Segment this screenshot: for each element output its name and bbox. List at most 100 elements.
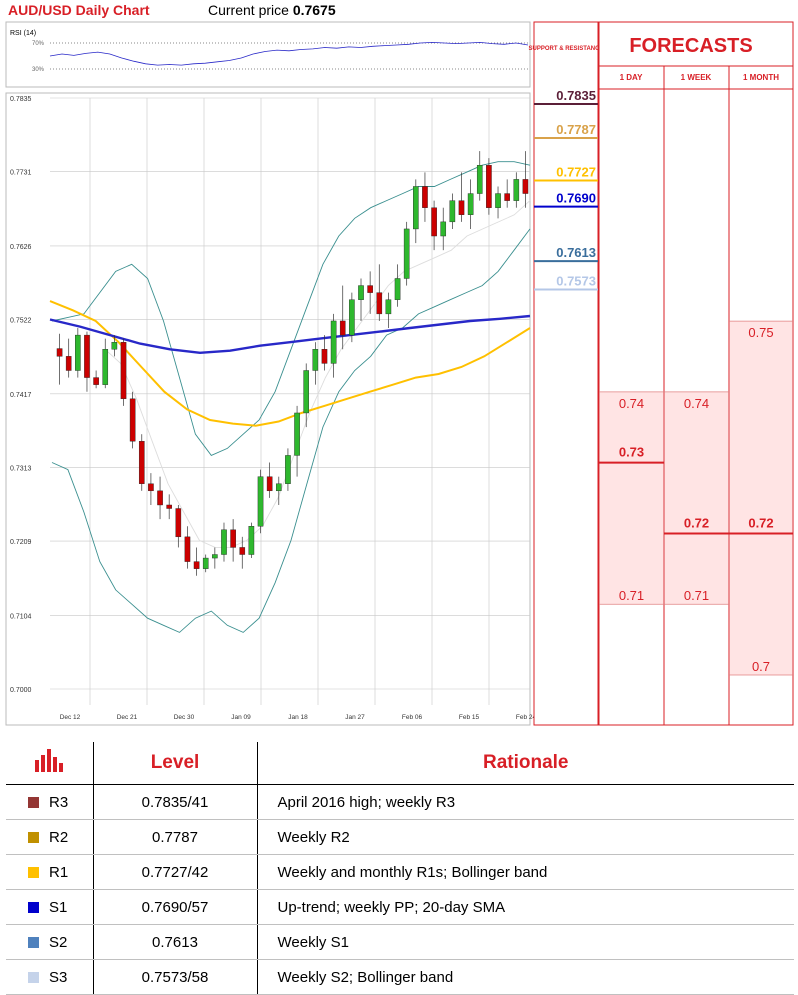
- forecast-high-label: 0.74: [684, 396, 709, 411]
- candle-body: [166, 504, 172, 509]
- level-value: 0.7787: [93, 819, 258, 855]
- level-name-cell: S1: [6, 889, 94, 925]
- forecast-low-label: 0.71: [684, 588, 709, 603]
- level-name-cell: R3: [6, 784, 94, 820]
- candle: [75, 328, 81, 378]
- candle-body: [275, 483, 282, 492]
- candle-body: [129, 398, 136, 442]
- candle-body: [93, 377, 99, 385]
- x-tick-label: Jan 18: [288, 714, 308, 721]
- sr-level-value: 0.7690: [556, 191, 596, 206]
- candle-body: [431, 207, 437, 237]
- candle-body: [56, 348, 63, 357]
- level-rationale: Weekly S1: [257, 924, 794, 960]
- candle: [257, 469, 264, 534]
- candle-body: [522, 179, 529, 194]
- candle: [138, 434, 145, 491]
- candle-body: [303, 370, 310, 414]
- candle-body: [120, 341, 127, 400]
- candle-body: [193, 561, 200, 569]
- level-rationale: Weekly R2: [257, 819, 794, 855]
- candle-body: [202, 557, 209, 569]
- chart-area: RSI (14) 70% 30% 0.7835 0.7731 0.7626 0.752…: [5, 21, 794, 726]
- forecast-high-label: 0.75: [748, 325, 773, 340]
- forecast-col-1day: 1 DAY: [620, 73, 643, 82]
- y-tick-label: 0.7104: [10, 613, 32, 620]
- forecast-point-label: 0.72: [748, 515, 773, 530]
- level-name-cell: S3: [6, 959, 94, 995]
- x-tick-label: Dec 12: [60, 714, 81, 721]
- candle-body: [239, 547, 246, 555]
- bar-chart-icon: [6, 742, 94, 785]
- candle-body: [111, 341, 118, 350]
- candle-body: [285, 455, 291, 484]
- x-tick-label: Feb 06: [402, 714, 423, 721]
- candle-body: [266, 476, 273, 492]
- x-tick-label: Feb 24: [516, 714, 537, 721]
- rsi-level-30: 30%: [32, 67, 45, 73]
- y-tick-label: 0.7000: [10, 687, 32, 694]
- sr-level-value: 0.7613: [556, 245, 596, 260]
- candle: [349, 292, 355, 343]
- level-value: 0.7727/42: [93, 854, 258, 890]
- level-name: R1: [49, 863, 69, 881]
- candle-body: [495, 193, 501, 208]
- candle-body: [504, 193, 510, 201]
- level-name-cell: S2: [6, 924, 94, 960]
- sr-level-value: 0.7787: [556, 122, 596, 137]
- level-name: R3: [49, 793, 69, 811]
- forecast-high-label: 0.74: [619, 396, 644, 411]
- candle-body: [376, 292, 383, 315]
- level-value: 0.7690/57: [93, 889, 258, 925]
- candle-body: [449, 200, 456, 223]
- candle-body: [102, 349, 109, 385]
- y-tick-label: 0.7313: [10, 465, 32, 472]
- level-color-swatch: [28, 901, 39, 913]
- levels-table-header: Level Rationale: [6, 742, 794, 785]
- candle-body: [385, 299, 392, 315]
- sr-header: SUPPORT & RESISTANCE: [529, 46, 604, 52]
- level-value: 0.7613: [93, 924, 258, 960]
- candle-body: [321, 349, 328, 364]
- candle-body: [175, 508, 182, 538]
- forecast-range: [730, 321, 792, 675]
- levels-header-level: Level: [93, 742, 258, 785]
- candle: [120, 338, 127, 406]
- rsi-panel: [5, 21, 531, 88]
- x-tick-label: Feb 15: [459, 714, 480, 721]
- candle-body: [422, 186, 428, 208]
- levels-table: Level Rationale R3 0.7835/41 April 2016 hi…: [6, 742, 794, 995]
- sr-level-value: 0.7727: [556, 164, 596, 179]
- rsi-level-70: 70%: [32, 41, 45, 47]
- x-tick-label: Dec 21: [117, 714, 138, 721]
- bar-chart-icon-svg: [35, 749, 64, 772]
- levels-header-rationale: Rationale: [257, 742, 794, 785]
- level-color-swatch: [28, 971, 39, 983]
- levels-table-row: R1 0.7727/42 Weekly and monthly R1s; Bolli…: [6, 854, 794, 890]
- candle-body: [476, 165, 483, 194]
- level-name: S3: [49, 968, 68, 986]
- y-tick-label: 0.7209: [10, 539, 32, 546]
- candle-body: [148, 483, 154, 492]
- candle-body: [349, 299, 355, 336]
- forecast-col-1week: 1 WEEK: [681, 73, 712, 82]
- level-rationale: Up-trend; weekly PP; 20-day SMA: [257, 889, 794, 925]
- candle-body: [65, 356, 72, 371]
- candle-body: [184, 536, 191, 562]
- candle-body: [157, 490, 163, 506]
- candle: [129, 391, 136, 449]
- x-tick-label: Jan 27: [345, 714, 365, 721]
- levels-table-row: S1 0.7690/57 Up-trend; weekly PP; 20-day S…: [6, 889, 794, 925]
- candle-body: [513, 179, 520, 201]
- candle-body: [403, 228, 410, 279]
- candle-body: [440, 221, 447, 237]
- level-name-cell: R1: [6, 854, 94, 890]
- candle: [403, 221, 410, 286]
- y-tick-label: 0.7522: [10, 318, 32, 325]
- sr-level-value: 0.7573: [556, 273, 596, 288]
- forecast-range: [665, 391, 728, 605]
- candle-body: [458, 200, 465, 215]
- candle-body: [257, 476, 264, 527]
- candle-body: [467, 193, 474, 215]
- level-name-cell: R2: [6, 819, 94, 855]
